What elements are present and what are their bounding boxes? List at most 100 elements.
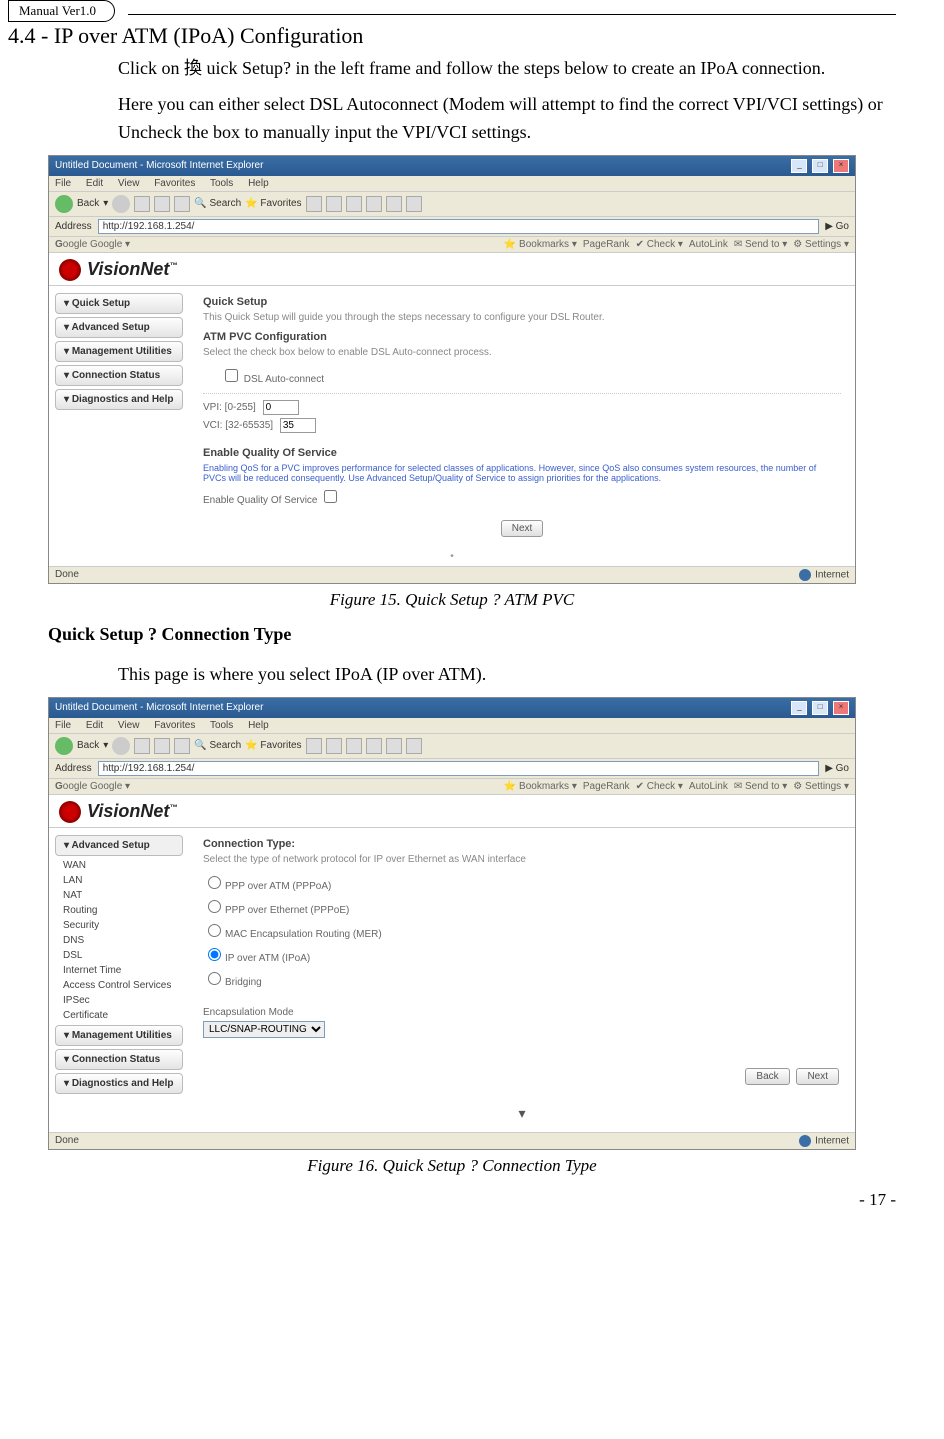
menu-edit[interactable]: Edit [86,720,103,731]
edit-icon[interactable] [386,738,402,754]
radio-pppoe[interactable] [208,900,221,913]
favorites-label[interactable]: ⭐ Favorites [245,740,301,751]
menu-help[interactable]: Help [248,720,269,731]
vci-input[interactable] [280,418,316,433]
menu-edit[interactable]: Edit [86,178,103,189]
sidebar: ▾ Advanced Setup WAN LAN NAT Routing Sec… [49,828,189,1132]
sidebar-sub-dsl[interactable]: DSL [63,949,183,962]
sidebar-sub-access-control[interactable]: Access Control Services [63,979,183,992]
sidebar-item-management-utilities[interactable]: ▾ Management Utilities [55,341,183,362]
discuss-icon[interactable] [406,738,422,754]
mail-icon[interactable] [346,196,362,212]
sidebar-item-connection-status[interactable]: ▾ Connection Status [55,365,183,386]
google-bookmarks[interactable]: ⭐ Bookmarks ▾ [504,239,577,250]
stop-icon[interactable] [134,738,150,754]
sidebar-item-diagnostics[interactable]: ▾ Diagnostics and Help [55,389,183,410]
close-icon[interactable]: × [833,701,849,715]
figure16-caption: Figure 16. Quick Setup ? Connection Type [8,1156,896,1176]
back-icon[interactable] [55,737,73,755]
radio-mer[interactable] [208,924,221,937]
history-icon[interactable] [326,738,342,754]
vpi-input[interactable] [263,400,299,415]
sidebar-sub-routing[interactable]: Routing [63,904,183,917]
history-icon[interactable] [326,196,342,212]
radio-ipoa[interactable] [208,948,221,961]
menu-tools[interactable]: Tools [210,178,233,189]
sidebar-item-quick-setup[interactable]: ▾ Quick Setup [55,293,183,314]
menu-file[interactable]: File [55,178,71,189]
search-label[interactable]: 🔍 Search [194,740,241,751]
radio-pppoa[interactable] [208,876,221,889]
sidebar-sub-wan[interactable]: WAN [63,859,183,872]
menu-favorites[interactable]: Favorites [154,178,195,189]
go-button[interactable]: ▶ Go [825,221,849,232]
sidebar-sub-certificate[interactable]: Certificate [63,1009,183,1022]
maximize-icon[interactable]: □ [812,159,828,173]
sidebar-item-diagnostics[interactable]: ▾ Diagnostics and Help [55,1073,183,1094]
qos-checkbox[interactable] [324,490,337,503]
next-button[interactable]: Next [796,1068,839,1085]
home-icon[interactable] [174,196,190,212]
google-pagerank[interactable]: PageRank [583,781,630,792]
menu-view[interactable]: View [118,720,140,731]
google-toolbar: Google Google ▾ ⭐ Bookmarks ▾ PageRank ✔… [49,779,855,795]
sidebar-sub-ipsec[interactable]: IPSec [63,994,183,1007]
edit-icon[interactable] [386,196,402,212]
menu-help[interactable]: Help [248,178,269,189]
minimize-icon[interactable]: _ [791,701,807,715]
google-autolink[interactable]: AutoLink [689,239,728,250]
close-icon[interactable]: × [833,159,849,173]
google-autolink[interactable]: AutoLink [689,781,728,792]
sidebar-item-advanced-setup[interactable]: ▾ Advanced Setup [55,835,183,856]
dsl-autoconnect-label: DSL Auto-connect [244,374,324,385]
home-icon[interactable] [174,738,190,754]
favorites-label[interactable]: ⭐ Favorites [245,198,301,209]
maximize-icon[interactable]: □ [812,701,828,715]
stop-icon[interactable] [134,196,150,212]
sidebar-sub-security[interactable]: Security [63,919,183,932]
google-sendto[interactable]: ✉ Send to ▾ [734,239,787,250]
radio-bridging[interactable] [208,972,221,985]
minimize-icon[interactable]: _ [791,159,807,173]
panel-intro: This Quick Setup will guide you through … [203,312,841,323]
refresh-icon[interactable] [154,196,170,212]
menu-file[interactable]: File [55,720,71,731]
google-pagerank[interactable]: PageRank [583,239,630,250]
forward-icon[interactable] [112,195,130,213]
google-check[interactable]: ✔ Check ▾ [636,239,683,250]
media-icon[interactable] [306,738,322,754]
forward-icon[interactable] [112,737,130,755]
back-icon[interactable] [55,195,73,213]
sidebar-item-connection-status[interactable]: ▾ Connection Status [55,1049,183,1070]
sidebar-item-advanced-setup[interactable]: ▾ Advanced Setup [55,317,183,338]
encap-select[interactable]: LLC/SNAP-ROUTING [203,1021,325,1038]
refresh-icon[interactable] [154,738,170,754]
discuss-icon[interactable] [406,196,422,212]
google-check[interactable]: ✔ Check ▾ [636,781,683,792]
dsl-autoconnect-checkbox[interactable] [225,369,238,382]
address-input[interactable]: http://192.168.1.254/ [98,761,820,776]
google-settings[interactable]: ⚙ Settings ▾ [793,781,849,792]
menu-tools[interactable]: Tools [210,720,233,731]
next-button[interactable]: Next [501,520,544,537]
sidebar-sub-dns[interactable]: DNS [63,934,183,947]
google-settings[interactable]: ⚙ Settings ▾ [793,239,849,250]
menu-favorites[interactable]: Favorites [154,720,195,731]
media-icon[interactable] [306,196,322,212]
google-sendto[interactable]: ✉ Send to ▾ [734,781,787,792]
google-bookmarks[interactable]: ⭐ Bookmarks ▾ [504,781,577,792]
search-label[interactable]: 🔍 Search [194,198,241,209]
page-number: - 17 - [8,1190,896,1210]
sidebar-sub-nat[interactable]: NAT [63,889,183,902]
go-button[interactable]: ▶ Go [825,763,849,774]
print-icon[interactable] [366,196,382,212]
sidebar-sub-lan[interactable]: LAN [63,874,183,887]
sidebar-sub-internet-time[interactable]: Internet Time [63,964,183,977]
mail-icon[interactable] [346,738,362,754]
menu-view[interactable]: View [118,178,140,189]
sidebar-item-management-utilities[interactable]: ▾ Management Utilities [55,1025,183,1046]
print-icon[interactable] [366,738,382,754]
back-button[interactable]: Back [745,1068,789,1085]
address-input[interactable]: http://192.168.1.254/ [98,219,820,234]
qos-heading: Enable Quality Of Service [203,447,841,459]
